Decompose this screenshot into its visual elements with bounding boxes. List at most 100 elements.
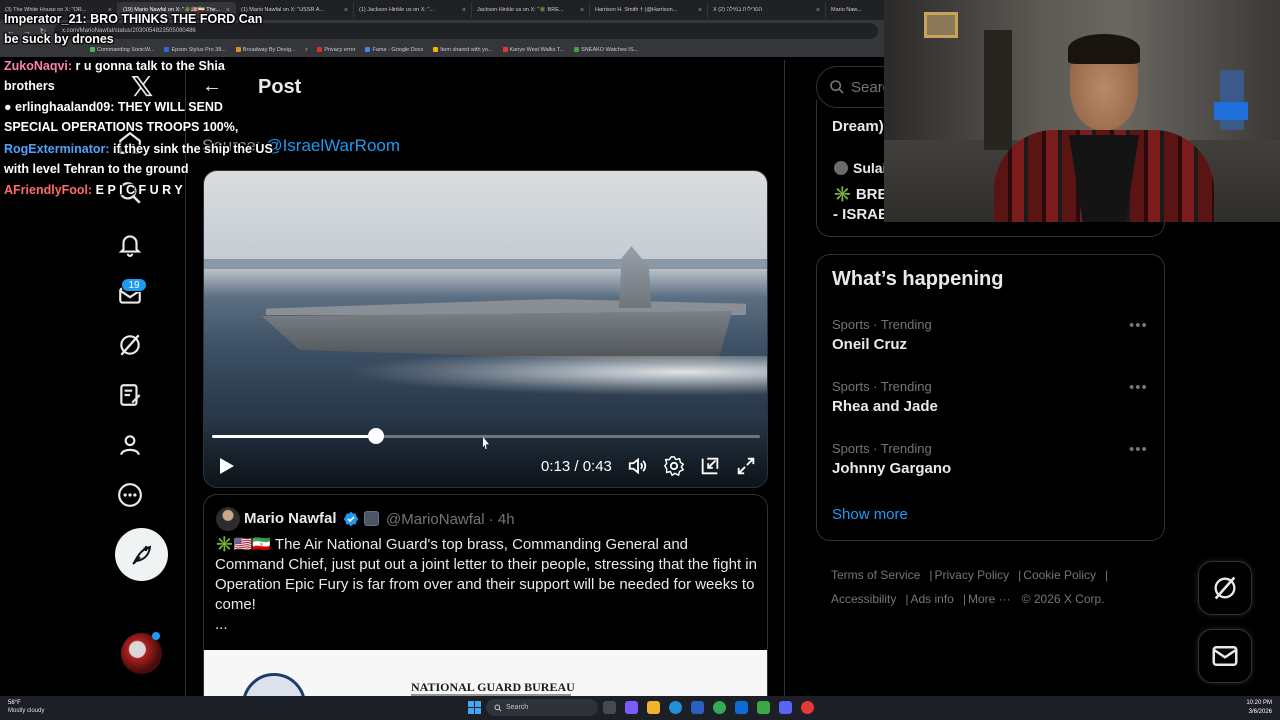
bookmark-item[interactable]: Kanye West Walks T... — [502, 47, 564, 53]
chat-username: AFriendlyFool: — [4, 183, 93, 197]
browser-tab[interactable]: Jackson Hinkle us on X: "✳️ BRE... × — [472, 2, 590, 18]
profile-icon[interactable] — [115, 430, 145, 460]
volume-icon[interactable] — [627, 455, 649, 477]
chat-username: RogExterminator: — [4, 142, 110, 156]
video-progress-bar[interactable] — [212, 428, 760, 444]
windows-taskbar: 58°F Mostly cloudy Search 10:20 PM 3/6/2… — [0, 696, 1280, 720]
task-view-icon[interactable] — [603, 701, 616, 714]
accessibility-link[interactable]: Accessibility — [831, 592, 896, 606]
whats-happening-panel: What’s happening Sports · Trending Oneil… — [816, 254, 1165, 541]
trend-item[interactable]: Sports · Trending Oneil Cruz ••• — [817, 317, 1166, 379]
more-options-icon[interactable]: ••• — [1129, 317, 1148, 334]
compose-post-button[interactable] — [115, 528, 168, 581]
close-icon[interactable]: × — [698, 7, 702, 14]
column-divider — [784, 60, 785, 696]
weather-temperature: 58°F — [8, 700, 21, 706]
trend-category: Sports · Trending — [832, 379, 932, 394]
system-clock[interactable]: 10:20 PM 3/6/2026 — [1238, 699, 1272, 717]
browser-tab[interactable]: X הסרילית במילה (2) × — [708, 2, 826, 18]
close-icon[interactable]: × — [580, 7, 584, 14]
cookie-link[interactable]: Cookie Policy — [1023, 568, 1096, 582]
more-icon[interactable] — [115, 480, 145, 510]
ship-wake — [344, 356, 767, 396]
messages-floating-button[interactable] — [1198, 629, 1252, 683]
close-icon[interactable]: × — [344, 7, 348, 14]
more-link[interactable]: More ··· — [968, 592, 1011, 606]
lists-icon[interactable] — [115, 380, 145, 410]
notifications-icon[interactable] — [115, 229, 145, 259]
bookmark-item[interactable]: Fame - Google Docs — [365, 47, 423, 53]
card-text: Dream) — [832, 118, 884, 135]
avatar[interactable] — [216, 507, 240, 531]
author-name[interactable]: Mario Nawfal — [244, 510, 337, 527]
separator: | — [905, 592, 909, 606]
envelope-icon — [1212, 646, 1238, 666]
webcam-streamer-hair — [1068, 34, 1140, 64]
trend-item[interactable]: Sports · Trending Johnny Gargano ••• — [817, 441, 1166, 503]
video-progress-fill — [212, 435, 377, 438]
grok-floating-button[interactable] — [1198, 561, 1252, 615]
edge-icon[interactable] — [669, 701, 682, 714]
chrome-icon[interactable] — [713, 701, 726, 714]
bookmark-item[interactable]: SNEAKO Watches IS... — [574, 47, 638, 53]
verified-badge-icon — [343, 511, 359, 527]
picture-in-picture-icon[interactable] — [699, 455, 721, 477]
trend-name: Rhea and Jade — [832, 398, 938, 415]
close-icon[interactable]: × — [816, 7, 820, 14]
chat-message: AFriendlyFool: E P I C F U R Y — [4, 180, 276, 200]
grok-icon[interactable] — [115, 330, 145, 360]
windows-start-icon[interactable] — [468, 701, 481, 714]
ads-info-link[interactable]: Ads info — [910, 592, 953, 606]
status-dot — [152, 632, 160, 640]
store-icon[interactable] — [691, 701, 704, 714]
aircraft-carrier-island — [619, 246, 652, 308]
show-more-link[interactable]: Show more — [832, 506, 908, 523]
separator: | — [1018, 568, 1022, 582]
fullscreen-icon[interactable] — [735, 455, 757, 477]
chat-text: E P I C F U R Y — [92, 183, 183, 197]
taskbar-search-input[interactable]: Search — [486, 699, 598, 716]
privacy-link[interactable]: Privacy Policy — [934, 568, 1009, 582]
bookmark-item[interactable]: Item shared with yo... — [433, 46, 493, 53]
chat-message: Imperator_21: BRO THINKS THE FORD Can be… — [4, 9, 276, 49]
panel-title: What’s happening — [832, 268, 1004, 290]
source-mention-link[interactable]: @IsraelWarRoom — [265, 136, 400, 155]
separator: | — [962, 592, 966, 606]
author-handle-time: @MarioNawfal · 4h — [386, 511, 515, 528]
bookmark-item[interactable]: Privacy error — [317, 47, 355, 53]
trend-name: Oneil Cruz — [832, 336, 908, 353]
tab-label: Mario Naw... — [831, 7, 862, 13]
obs-icon[interactable] — [801, 701, 814, 714]
app-icon[interactable] — [735, 701, 748, 714]
browser-tab[interactable]: Harrison H. Smith † (@Harrison... × — [590, 2, 708, 18]
discord-icon[interactable] — [779, 701, 792, 714]
close-icon[interactable]: × — [462, 7, 466, 14]
quoted-tweet-card[interactable]: Mario Nawfal @MarioNawfal · 4h ✳️🇺🇸🇮🇷 Th… — [203, 494, 768, 704]
weather-widget[interactable]: 58°F Mostly cloudy — [8, 699, 44, 715]
chat-message: RogExterminator: if they sink the ship t… — [4, 139, 276, 179]
browser-tab[interactable]: Mario Naw... — [826, 2, 884, 18]
document-title: NATIONAL GUARD BUREAU — [411, 680, 575, 694]
avatar[interactable] — [834, 161, 848, 175]
webcam-overlay — [884, 0, 1280, 222]
taskbar-search-placeholder: Search — [506, 704, 529, 711]
file-explorer-icon[interactable] — [647, 701, 660, 714]
copilot-icon[interactable] — [625, 701, 638, 714]
xbox-icon[interactable] — [757, 701, 770, 714]
footer-links: Terms of Service | Privacy Policy | Cookie P… — [831, 563, 1161, 611]
trend-item[interactable]: Sports · Trending Rhea and Jade ••• — [817, 379, 1166, 441]
more-options-icon[interactable]: ••• — [1129, 441, 1148, 458]
terms-link[interactable]: Terms of Service — [831, 568, 920, 582]
bookmark-icon — [365, 46, 371, 52]
play-icon[interactable] — [216, 456, 236, 476]
bookmark-item[interactable]: r — [305, 47, 307, 53]
settings-gear-icon[interactable] — [663, 455, 685, 477]
browser-tab[interactable]: (1) Jackson Hinkle us on X: "... × — [354, 2, 472, 18]
card-author[interactable]: Sulai — [853, 160, 886, 176]
trend-category: Sports · Trending — [832, 317, 932, 332]
tab-label: (1) Jackson Hinkle us on X: "... — [359, 7, 435, 13]
more-options-icon[interactable]: ••• — [1129, 379, 1148, 396]
chat-message: ● erlinghaaland09: THEY WILL SEND SPECIA… — [4, 97, 276, 137]
bookmark-icon — [433, 46, 439, 52]
trend-category: Sports · Trending — [832, 441, 932, 456]
